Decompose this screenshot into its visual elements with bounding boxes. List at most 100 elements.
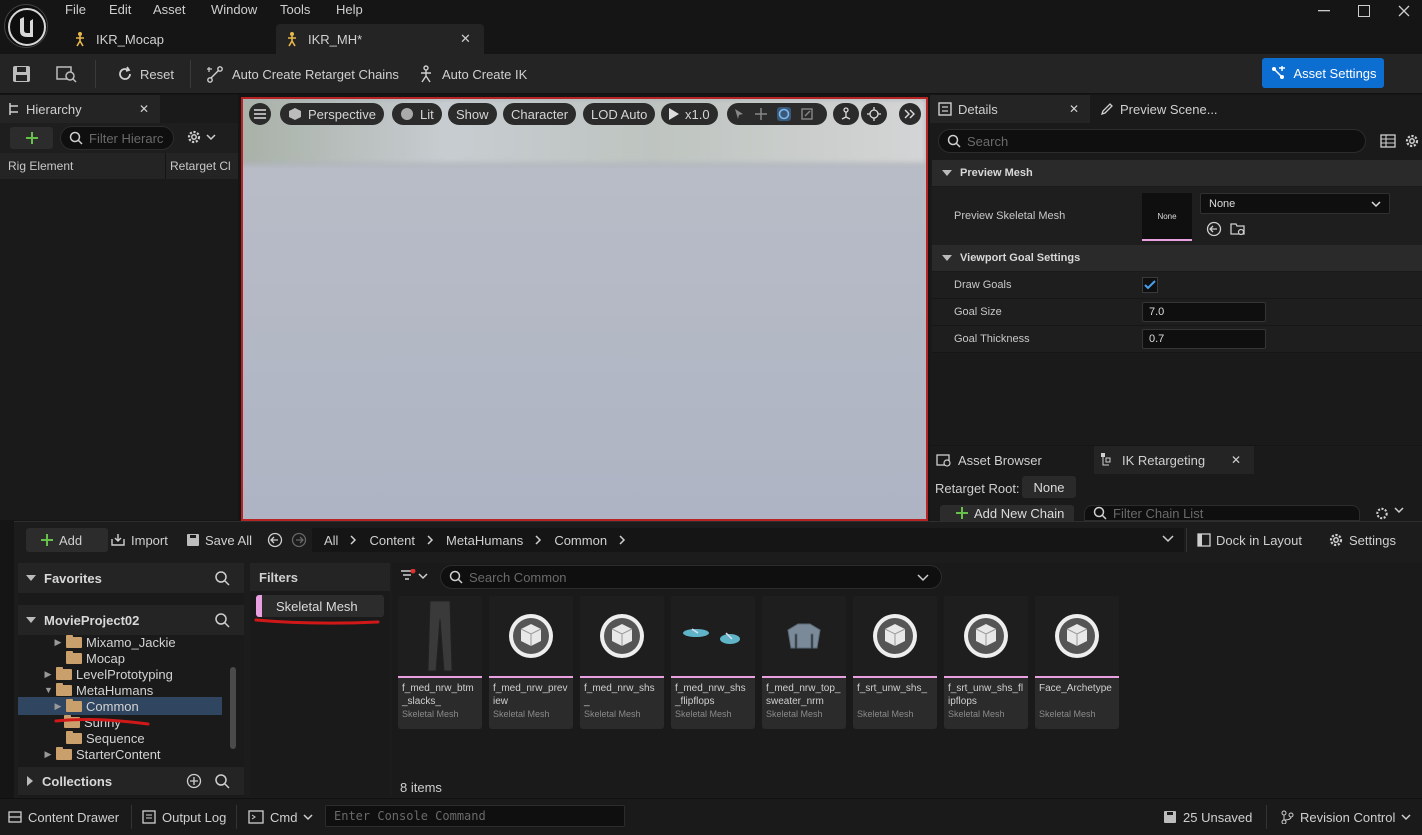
asset-tile[interactable]: f_med_nrw_top_sweater_nrm Skeletal Mesh xyxy=(762,596,846,729)
asset-tile[interactable]: f_med_nrw_shs_flipflops Skeletal Mesh xyxy=(671,596,755,729)
hierarchy-settings-button[interactable] xyxy=(186,129,216,145)
chevron-right-icon[interactable] xyxy=(619,535,626,545)
chevron-down-icon[interactable]: ▼ xyxy=(44,685,53,695)
add-bone-button[interactable] xyxy=(10,127,53,149)
chevron-right-icon[interactable]: ▶ xyxy=(44,669,52,680)
breadcrumb-all[interactable]: All xyxy=(324,533,338,548)
use-selected-icon[interactable] xyxy=(1206,221,1222,237)
hierarchy-filter-input[interactable]: Filter Hierarc xyxy=(60,126,174,150)
lit-button[interactable]: Lit xyxy=(392,103,442,125)
search-icon[interactable] xyxy=(214,773,230,789)
search-icon[interactable] xyxy=(214,570,230,586)
viewport-menu-button[interactable] xyxy=(249,103,271,125)
content-drawer-button[interactable]: Content Drawer xyxy=(8,807,119,827)
auto-create-ik-button[interactable]: Auto Create IK xyxy=(416,62,527,86)
filter-dropdown-button[interactable] xyxy=(400,569,428,583)
unsaved-button[interactable]: 25 Unsaved xyxy=(1163,807,1252,827)
scale-icon[interactable] xyxy=(801,108,813,120)
details-search-input[interactable]: Search xyxy=(938,129,1366,153)
asset-settings-button[interactable]: Asset Settings xyxy=(1262,58,1384,88)
chevron-right-icon[interactable] xyxy=(427,535,434,545)
close-window-icon[interactable] xyxy=(1384,0,1422,22)
asset-tile[interactable]: f_med_nrw_shs_ Skeletal Mesh xyxy=(580,596,664,729)
show-button[interactable]: Show xyxy=(448,103,497,125)
chevron-right-icon[interactable] xyxy=(350,535,357,545)
tab-details[interactable]: Details ✕ xyxy=(930,95,1090,123)
add-new-chain-button[interactable]: Add New Chain xyxy=(940,505,1074,521)
minimize-icon[interactable] xyxy=(1304,0,1344,22)
dock-in-layout-button[interactable]: Dock in Layout xyxy=(1197,528,1302,552)
perspective-button[interactable]: Perspective xyxy=(280,103,384,125)
project-header[interactable]: MovieProject02 xyxy=(18,605,244,635)
maximize-icon[interactable] xyxy=(1344,0,1384,22)
browse-asset-icon[interactable] xyxy=(56,62,78,86)
chevron-right-icon[interactable]: ▶ xyxy=(54,637,62,648)
chevron-right-icon[interactable]: ▶ xyxy=(54,701,62,712)
chevron-right-icon[interactable] xyxy=(535,535,542,545)
auto-create-chains-button[interactable]: Auto Create Retarget Chains xyxy=(206,62,399,86)
close-panel-icon[interactable]: ✕ xyxy=(1069,102,1079,116)
column-divider[interactable] xyxy=(165,153,166,179)
chain-filter-input[interactable]: Filter Chain List xyxy=(1084,505,1360,521)
console-input[interactable]: Enter Console Command xyxy=(325,805,625,827)
tab-ikr-mh[interactable]: IKR_MH* ✕ xyxy=(276,24,484,54)
folder-levelprototyping[interactable]: ▶ LevelPrototyping xyxy=(44,666,173,682)
breadcrumb-content[interactable]: Content xyxy=(369,533,415,548)
forward-icon[interactable] xyxy=(291,532,307,548)
tab-ik-retargeting[interactable]: IK Retargeting ✕ xyxy=(1094,446,1254,474)
tab-hierarchy[interactable]: Hierarchy ✕ xyxy=(0,95,160,123)
draw-goals-checkbox[interactable] xyxy=(1142,277,1158,293)
viewport[interactable]: Perspective Lit Show Character LOD Auto … xyxy=(241,97,928,521)
back-icon[interactable] xyxy=(267,532,283,548)
menu-asset[interactable]: Asset xyxy=(153,2,186,18)
menu-file[interactable]: File xyxy=(65,2,86,18)
favorites-header[interactable]: Favorites xyxy=(18,563,244,593)
tab-preview-scene[interactable]: Preview Scene... xyxy=(1098,95,1258,123)
goal-display-button[interactable] xyxy=(861,103,887,125)
character-button[interactable]: Character xyxy=(503,103,577,125)
menu-help[interactable]: Help xyxy=(336,2,363,18)
revision-control-button[interactable]: Revision Control xyxy=(1280,807,1411,827)
select-icon[interactable] xyxy=(733,108,745,120)
table-view-icon[interactable] xyxy=(1380,134,1396,148)
menu-window[interactable]: Window xyxy=(211,2,257,18)
content-settings-button[interactable]: Settings xyxy=(1328,528,1396,552)
viewport-overflow-button[interactable] xyxy=(899,103,921,125)
menu-tools[interactable]: Tools xyxy=(280,2,310,18)
collections-header[interactable]: Collections xyxy=(18,767,244,795)
section-viewport-goal-settings[interactable]: Viewport Goal Settings xyxy=(932,245,1422,271)
column-retarget-chain[interactable]: Retarget Cl xyxy=(170,159,234,173)
asset-tile[interactable]: Face_Archetype Skeletal Mesh xyxy=(1035,596,1119,729)
folder-metahumans[interactable]: ▼ MetaHumans xyxy=(44,682,153,698)
import-button[interactable]: Import xyxy=(110,528,168,552)
chevron-right-icon[interactable]: ▶ xyxy=(44,749,52,760)
close-tab-icon[interactable]: ✕ xyxy=(460,31,471,47)
folder-mixamo-jackie[interactable]: ▶ Mixamo_Jackie xyxy=(54,634,176,650)
tab-ikr-mocap[interactable]: IKR_Mocap xyxy=(62,24,272,54)
save-all-button[interactable]: Save All xyxy=(186,528,252,552)
mesh-thumbnail[interactable]: None xyxy=(1142,193,1192,241)
breadcrumb-common[interactable]: Common xyxy=(554,533,607,548)
folder-startercontent[interactable]: ▶ StarterContent xyxy=(44,746,161,762)
skeleton-display-button[interactable] xyxy=(833,103,859,125)
add-collection-icon[interactable] xyxy=(186,773,202,789)
unreal-logo-icon[interactable] xyxy=(4,4,48,48)
close-panel-icon[interactable]: ✕ xyxy=(1231,453,1241,467)
asset-tile[interactable]: f_srt_unw_shs_flipflops Skeletal Mesh xyxy=(944,596,1028,729)
tree-scrollbar[interactable] xyxy=(230,667,236,749)
cmd-dropdown[interactable]: Cmd xyxy=(248,807,313,827)
gear-icon[interactable] xyxy=(1404,133,1420,149)
menu-edit[interactable]: Edit xyxy=(109,2,131,18)
lod-button[interactable]: LOD Auto xyxy=(583,103,656,125)
section-preview-mesh[interactable]: Preview Mesh xyxy=(932,160,1422,186)
output-log-button[interactable]: Output Log xyxy=(142,807,226,827)
move-icon[interactable] xyxy=(755,108,767,120)
search-icon[interactable] xyxy=(214,612,230,628)
tab-asset-browser[interactable]: Asset Browser xyxy=(930,446,1090,474)
rotate-icon[interactable] xyxy=(777,107,791,121)
add-button[interactable]: Add xyxy=(26,528,108,552)
asset-search-input[interactable]: Search Common xyxy=(440,565,942,589)
folder-sequence[interactable]: Sequence xyxy=(54,730,145,746)
folder-common[interactable]: ▶ Common xyxy=(54,698,139,714)
column-rig-element[interactable]: Rig Element xyxy=(8,159,73,173)
